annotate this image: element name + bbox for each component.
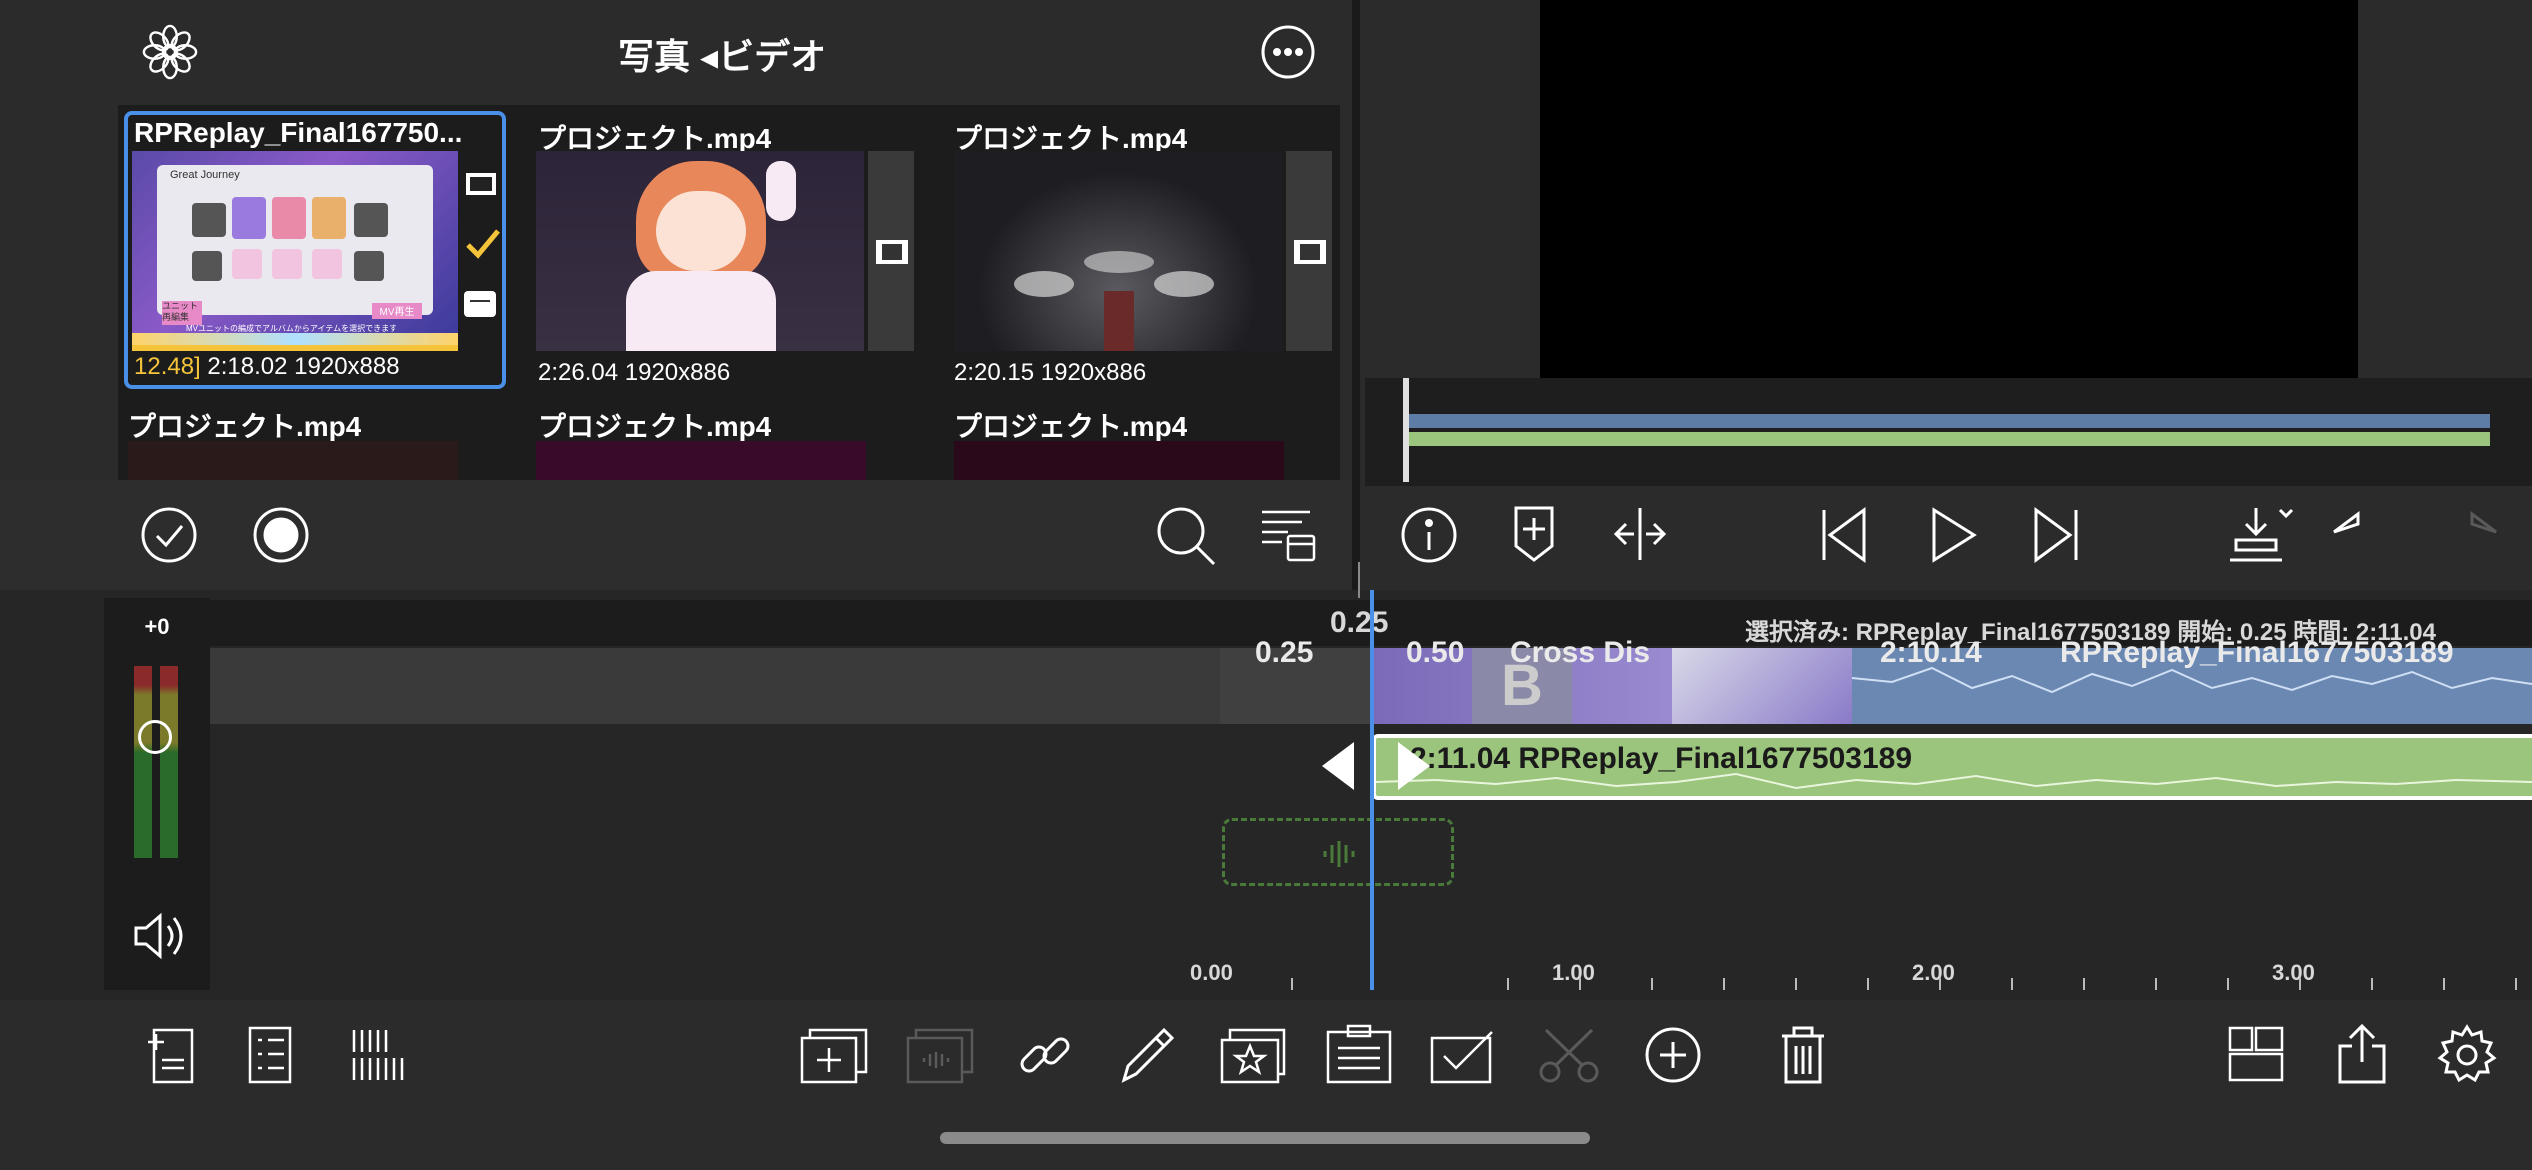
media-item-resolution: 1920x886 — [1040, 359, 1147, 386]
skip-back-icon[interactable] — [1818, 506, 1870, 564]
browser-title[interactable]: 写真 ◂ビデオ — [618, 28, 826, 80]
browser-header: 写真 ◂ビデオ — [0, 0, 1355, 105]
film-icon — [464, 169, 498, 199]
audio-clip-selected[interactable]: 2:11.04 RPReplay_Final1677503189 — [1372, 734, 2532, 800]
checklist-icon[interactable] — [246, 1024, 294, 1086]
info-icon[interactable] — [1400, 506, 1458, 564]
search-icon[interactable] — [1154, 504, 1218, 568]
trim-right-handle[interactable] — [1396, 740, 1432, 792]
pencil-icon[interactable] — [1120, 1026, 1176, 1084]
media-item-label: プロジェクト.mp4 — [538, 411, 772, 442]
check-box-icon[interactable] — [1430, 1026, 1496, 1084]
media-item-label: プロジェクト.mp4 — [954, 411, 1188, 442]
media-item-resolution: 1920x886 — [624, 359, 731, 386]
playhead-time: 0.25 — [1330, 606, 1389, 639]
scrub-playhead[interactable] — [1403, 378, 1409, 482]
thumbnail-game-screen: Great Journey ユニット 再編集 MV再生 MVユニットの編成でアル… — [132, 151, 458, 345]
scrub-bar[interactable] — [1365, 378, 2532, 486]
import-down-icon[interactable] — [2228, 504, 2294, 564]
thumbnail-stage — [954, 151, 1282, 351]
thumbnail-character — [536, 151, 864, 351]
film-icon — [874, 237, 910, 267]
audio-clip-label: 2:11.04 RPReplay_Final1677503189 — [1410, 742, 1913, 775]
share-icon[interactable] — [2336, 1022, 2388, 1086]
preview-screen — [1540, 0, 2358, 378]
media-item-resolution: 1920x888 — [294, 353, 400, 380]
split-divider[interactable] — [1352, 0, 1360, 590]
more-icon[interactable] — [1260, 24, 1316, 80]
audio-drop-zone[interactable] — [1222, 818, 1454, 886]
video-clip-name: RPReplay_Final1677503189 — [2060, 636, 2454, 669]
home-indicator[interactable] — [940, 1132, 1590, 1144]
trim-left-handle[interactable] — [1320, 740, 1356, 792]
undo-icon[interactable] — [2330, 510, 2400, 560]
media-item[interactable]: プロジェクト.mp4 — [536, 405, 916, 485]
add-audio-clip-icon — [906, 1026, 976, 1084]
add-marker-icon[interactable] — [1512, 504, 1556, 564]
volume-knob[interactable] — [138, 720, 172, 754]
media-item[interactable]: プロジェクト.mp4 2:20.15 1920x886 — [954, 111, 1334, 386]
play-icon[interactable] — [1928, 506, 1978, 564]
transition-label: Cross Dis — [1510, 636, 1651, 669]
select-check-icon[interactable] — [140, 506, 198, 564]
media-item[interactable]: プロジェクト.mp4 2:26.04 1920x886 — [536, 111, 916, 386]
media-item-duration: 2:26.04 — [538, 359, 619, 386]
level-meter-right — [160, 666, 178, 858]
add-text-icon[interactable] — [146, 1026, 196, 1086]
db-offset: +0 — [144, 614, 170, 639]
redo-icon[interactable] — [2430, 510, 2500, 560]
level-meter-left — [134, 666, 152, 858]
media-grid: RPReplay_Final167750... Great Journey ユニ… — [118, 105, 1340, 485]
transition-duration: 0.50 — [1406, 636, 1465, 669]
media-item[interactable]: プロジェクト.mp4 — [954, 405, 1334, 485]
media-item-duration: 2:18.02 — [207, 353, 288, 380]
video-clip-thumb — [1672, 648, 1852, 724]
sort-date-icon[interactable] — [1258, 504, 1318, 564]
flower-icon[interactable] — [138, 20, 202, 84]
video-clip-duration: 2:10.14 — [1880, 636, 1982, 669]
media-item-marker: 12.48] — [134, 353, 201, 380]
media-item-selected[interactable]: RPReplay_Final167750... Great Journey ユニ… — [124, 111, 506, 389]
film-icon — [1292, 237, 1328, 267]
speaker-icon[interactable] — [130, 908, 186, 964]
media-item-duration: 2:20.15 — [954, 359, 1035, 386]
barcode-icon[interactable] — [350, 1028, 408, 1082]
scissors-icon — [1538, 1026, 1600, 1084]
record-icon[interactable] — [252, 506, 310, 564]
settings-gear-icon[interactable] — [2436, 1024, 2498, 1086]
split-icon[interactable] — [1610, 506, 1670, 562]
link-icon[interactable] — [1016, 1026, 1074, 1084]
audio-meter-rail: +0 — [104, 598, 210, 990]
favorite-star-icon[interactable] — [1220, 1026, 1286, 1084]
clipboard-icon[interactable] — [1326, 1024, 1392, 1084]
skip-forward-icon[interactable] — [2030, 506, 2082, 564]
ruler-ticks — [1291, 978, 2517, 990]
caption-icon — [462, 287, 498, 323]
trash-icon[interactable] — [1780, 1024, 1826, 1086]
media-item-label: プロジェクト.mp4 — [128, 411, 362, 442]
layout-icon[interactable] — [2228, 1026, 2284, 1082]
video-track-start: 0.25 — [1255, 636, 1314, 669]
media-item[interactable]: プロジェクト.mp4 — [128, 405, 508, 485]
add-clip-icon[interactable] — [800, 1026, 870, 1084]
media-item-label: RPReplay_Final167750... — [134, 117, 463, 148]
checkmark-icon — [464, 225, 502, 261]
browser-toolbar — [0, 480, 1355, 590]
add-circle-icon[interactable] — [1644, 1026, 1702, 1084]
playhead[interactable] — [1370, 590, 1374, 990]
ruler-label: 0.00 — [1190, 960, 1233, 985]
